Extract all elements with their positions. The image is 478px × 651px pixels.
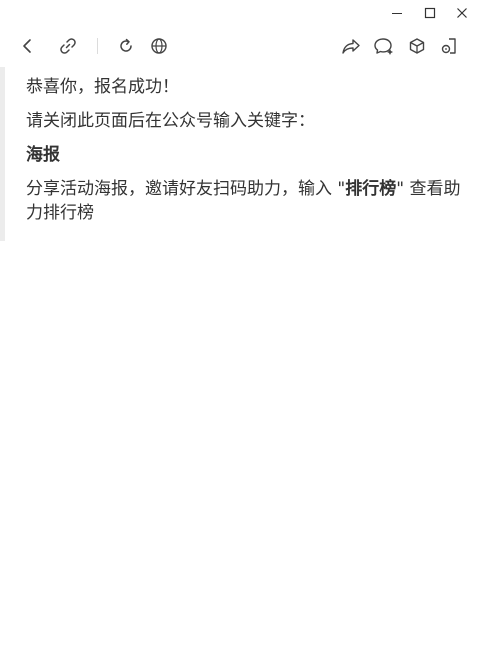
success-message: 恭喜你，报名成功！ (26, 77, 179, 97)
browser-toolbar (0, 30, 478, 62)
copy-link-button[interactable] (56, 34, 80, 58)
ranking-keyword: 排行榜 (345, 179, 397, 199)
minimize-icon (392, 13, 402, 14)
close-icon (457, 8, 467, 18)
refresh-button[interactable] (114, 34, 138, 58)
maximize-icon (424, 7, 436, 19)
close-window-button[interactable] (447, 0, 477, 26)
share-instruction-prefix: 分享活动海报，邀请好友扫码助力，输入 " (26, 179, 346, 199)
maximize-button[interactable] (415, 0, 445, 26)
quote-bar (0, 67, 5, 241)
share-button[interactable] (339, 34, 363, 58)
comment-button[interactable] (372, 34, 396, 58)
refresh-icon (120, 38, 132, 52)
open-in-browser-button[interactable] (147, 34, 171, 58)
share-icon (342, 39, 360, 54)
mini-program-button[interactable] (438, 34, 462, 58)
window-titlebar (0, 0, 478, 26)
box-icon (409, 38, 425, 54)
globe-icon (151, 38, 167, 54)
instruction-text: 请关闭此页面后在公众号输入关键字： (26, 111, 315, 131)
mini-program-icon (441, 38, 456, 54)
back-button[interactable] (16, 34, 40, 58)
comment-icon (374, 38, 393, 55)
link-icon (60, 38, 76, 54)
keyword-text: 海报 (26, 145, 60, 165)
share-instruction: 分享活动海报，邀请好友扫码助力，输入 "排行榜" 查看助力排行榜 (26, 177, 466, 225)
toolbar-separator (97, 38, 98, 54)
message-text: 恭喜你，报名成功！ 请关闭此页面后在公众号输入关键字： 海报 分享活动海报，邀请… (26, 75, 466, 235)
minimize-button[interactable] (382, 0, 412, 26)
message-blockquote: 恭喜你，报名成功！ 请关闭此页面后在公众号输入关键字： 海报 分享活动海报，邀请… (0, 67, 478, 241)
back-arrow-icon (23, 39, 31, 53)
package-button[interactable] (405, 34, 429, 58)
